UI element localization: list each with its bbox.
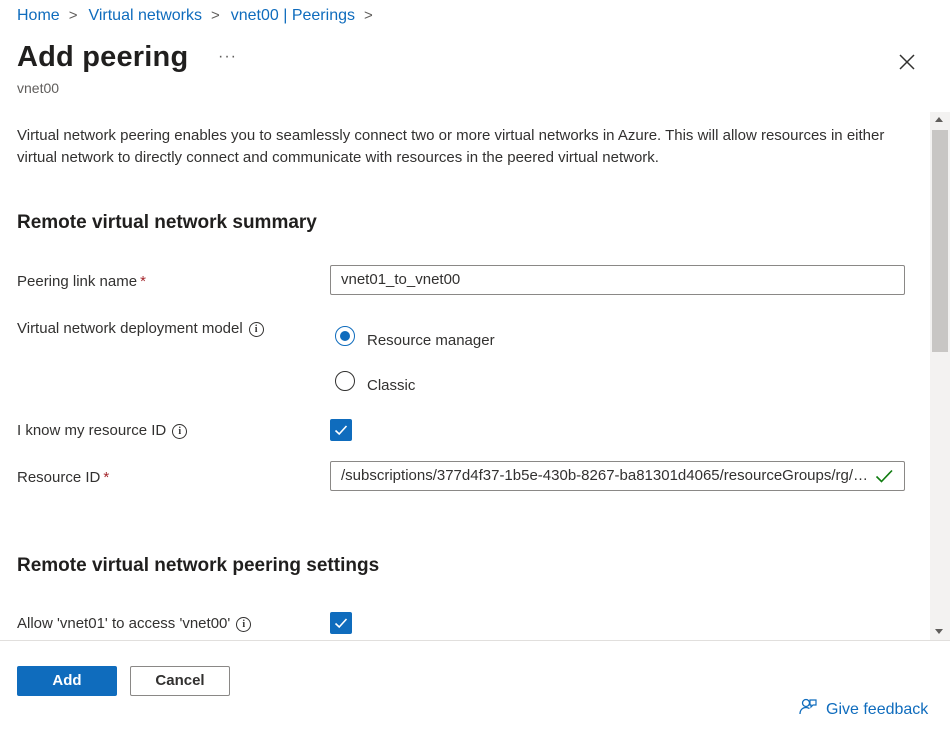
breadcrumb-peerings-link[interactable]: vnet00 | Peerings [231,7,355,24]
info-icon[interactable]: i [172,423,188,439]
peering-link-name-label: Peering link name * [17,273,146,290]
radio-resource-manager[interactable] [335,326,355,346]
resource-id-label-text: Resource ID [17,469,101,486]
allow-access-label-text: Allow 'vnet01' to access 'vnet00' [17,615,231,632]
know-resource-id-label: I know my resource ID i [17,422,188,439]
checkmark-icon [334,425,348,436]
radio-classic[interactable] [335,371,355,391]
peering-link-name-label-text: Peering link name [17,273,138,290]
info-icon[interactable]: i [248,321,264,337]
radio-resource-manager-label[interactable]: Resource manager [367,332,495,349]
resource-id-value: /subscriptions/377d4f37-1b5e-430b-8267-b… [341,467,869,484]
add-button[interactable]: Add [17,666,117,696]
radio-classic-label[interactable]: Classic [367,377,415,394]
allow-access-checkbox[interactable] [330,612,352,634]
give-feedback-label: Give feedback [826,701,929,718]
breadcrumb-separator: > [68,7,78,24]
close-icon [899,54,915,70]
know-resource-id-label-text: I know my resource ID [17,422,167,439]
allow-access-label: Allow 'vnet01' to access 'vnet00' i [17,615,252,632]
form-scroll-area: Virtual network peering enables you to s… [0,112,950,640]
footer-divider [0,640,950,641]
scroll-down-icon[interactable] [935,629,943,634]
scroll-up-icon[interactable] [935,117,943,122]
remote-settings-heading: Remote virtual network peering settings [17,555,380,576]
required-marker: * [103,469,110,486]
know-resource-id-checkbox[interactable] [330,419,352,441]
deployment-model-label-text: Virtual network deployment model [17,320,243,337]
vertical-scrollbar[interactable] [930,112,950,640]
deployment-model-label: Virtual network deployment model i [17,320,264,337]
page-subtitle: vnet00 [17,80,60,96]
breadcrumb-separator: > [363,7,373,24]
info-icon[interactable]: i [236,616,252,632]
breadcrumb-home-link[interactable]: Home [17,7,60,24]
checkmark-icon [334,618,348,629]
resource-id-label: Resource ID * [17,469,109,486]
cancel-button[interactable]: Cancel [130,666,230,696]
breadcrumb-separator: > [210,7,220,24]
feedback-icon [799,698,817,715]
scrollbar-thumb[interactable] [932,130,948,352]
intro-text: Virtual network peering enables you to s… [17,127,885,166]
peering-link-name-value: vnet01_to_vnet00 [341,271,461,288]
give-feedback-link[interactable]: Give feedback [798,697,928,719]
peering-link-name-input[interactable]: vnet01_to_vnet00 [330,265,905,295]
required-marker: * [140,273,146,290]
page-title: Add peering [17,41,189,73]
breadcrumb-virtual-networks-link[interactable]: Virtual networks [88,7,202,24]
more-options-button[interactable]: ··· [218,48,237,66]
close-button[interactable] [896,51,918,73]
valid-check-icon [875,469,893,483]
remote-summary-heading: Remote virtual network summary [17,212,317,233]
breadcrumb: Home > Virtual networks > vnet00 | Peerings > [17,7,384,25]
resource-id-input[interactable]: /subscriptions/377d4f37-1b5e-430b-8267-b… [330,461,905,491]
